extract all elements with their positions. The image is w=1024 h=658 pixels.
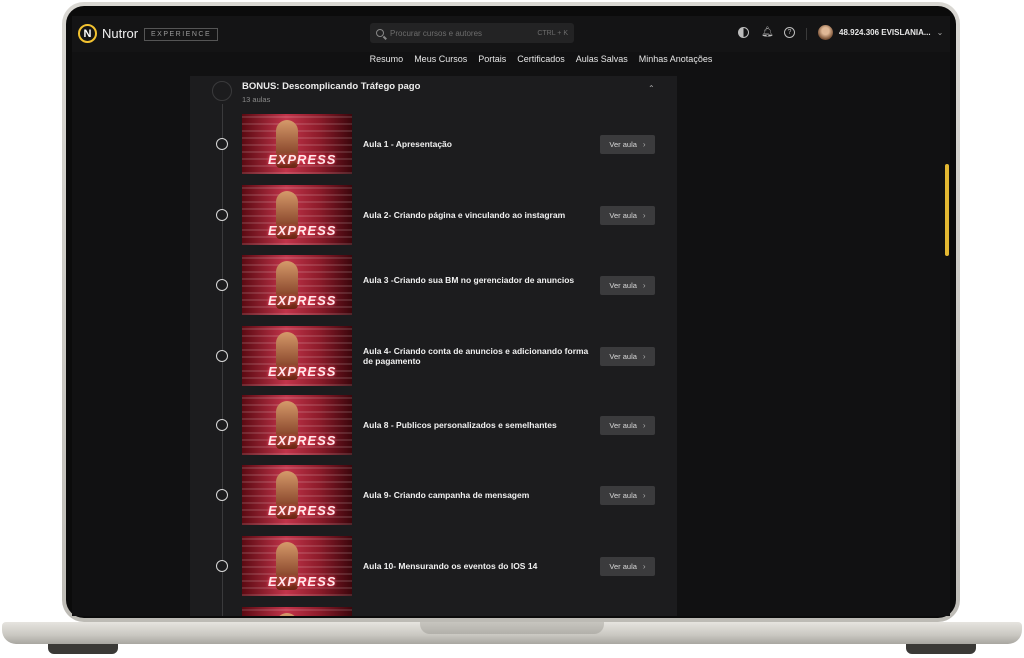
search-shortcut: CTRL + K — [537, 29, 568, 37]
chevron-right-icon: › — [642, 352, 646, 361]
module-panel: BONUS: Descomplicando Tráfego pago 13 au… — [190, 76, 677, 616]
ver-aula-label: Ver aula — [609, 421, 637, 430]
lesson-status-dot[interactable] — [216, 489, 228, 501]
lesson-status-dot[interactable] — [216, 350, 228, 362]
search-icon — [376, 29, 384, 37]
module-lesson-count: 13 aulas — [242, 95, 271, 104]
lesson-thumbnail[interactable]: EXPRESS — [242, 536, 352, 596]
chevron-right-icon: › — [642, 421, 646, 430]
thumbnail-word: EXPRESS — [268, 574, 337, 589]
lesson-title[interactable]: Aula 3 -Criando sua BM no gerenciador de… — [363, 275, 593, 285]
ver-aula-label: Ver aula — [609, 211, 637, 220]
lesson-thumbnail[interactable]: EXPRESS — [242, 326, 352, 386]
help-icon[interactable]: ? — [784, 27, 795, 38]
lesson-row[interactable]: EXPRESS Aula 3 -Criando sua BM no gerenc… — [190, 255, 677, 317]
ver-aula-label: Ver aula — [609, 491, 637, 500]
lesson-title[interactable]: Aula 2- Criando página e vinculando ao i… — [363, 210, 593, 220]
logo[interactable]: N Nutror — [78, 24, 138, 43]
ver-aula-button[interactable]: Ver aula › — [600, 557, 655, 576]
experience-badge: EXPERIENCE — [144, 28, 219, 41]
thumbnail-word: EXPRESS — [268, 152, 337, 167]
ver-aula-button[interactable]: Ver aula › — [600, 347, 655, 366]
lesson-thumbnail[interactable]: EXPRESS — [242, 114, 352, 174]
ver-aula-button[interactable]: Ver aula › — [600, 276, 655, 295]
nav-portais[interactable]: Portais — [478, 54, 506, 70]
contrast-icon[interactable] — [738, 27, 749, 38]
avatar — [818, 25, 833, 40]
lesson-row[interactable]: EXPRESS Aula 1 - Apresentação Ver aula › — [190, 114, 677, 176]
chevron-right-icon: › — [642, 562, 646, 571]
logo-mark-icon: N — [78, 24, 97, 43]
thumbnail-word: EXPRESS — [268, 364, 337, 379]
nav-aulas-salvas[interactable]: Aulas Salvas — [576, 54, 628, 70]
user-name: 48.924.306 EVISLANIA... — [839, 28, 931, 37]
chevron-right-icon: › — [642, 140, 646, 149]
lesson-status-dot[interactable] — [216, 419, 228, 431]
search-bar[interactable]: Procurar cursos e autores CTRL + K — [370, 23, 574, 43]
thumbnail-word: EXPRESS — [268, 293, 337, 308]
logo-text: Nutror — [102, 26, 139, 41]
nav-resumo[interactable]: Resumo — [370, 54, 404, 70]
ver-aula-button[interactable]: Ver aula › — [600, 486, 655, 505]
lesson-status-dot[interactable] — [216, 279, 228, 291]
lesson-title[interactable]: Aula 4- Criando conta de anuncios e adic… — [363, 346, 593, 366]
chevron-right-icon: › — [642, 211, 646, 220]
chevron-right-icon: › — [642, 281, 646, 290]
ver-aula-label: Ver aula — [609, 352, 637, 361]
lesson-row[interactable]: EXPRESS Aula 9- Criando campanha de mens… — [190, 465, 677, 527]
lesson-row[interactable]: EXPRESS Aula 4- Criando conta de anuncio… — [190, 326, 677, 388]
lesson-thumbnail[interactable]: EXPRESS — [242, 395, 352, 455]
lesson-thumbnail[interactable]: EXPRESS — [242, 465, 352, 525]
ver-aula-button[interactable]: Ver aula › — [600, 416, 655, 435]
ver-aula-label: Ver aula — [609, 281, 637, 290]
lesson-status-dot[interactable] — [216, 560, 228, 572]
laptop-foot-right — [906, 644, 976, 654]
lesson-row[interactable] — [190, 607, 677, 616]
thumbnail-word: EXPRESS — [268, 433, 337, 448]
lesson-status-dot[interactable] — [216, 138, 228, 150]
search-placeholder: Procurar cursos e autores — [390, 28, 483, 38]
chevron-up-icon[interactable]: ⌃ — [648, 84, 655, 93]
lesson-title[interactable]: Aula 8 - Publicos personalizados e semel… — [363, 420, 593, 430]
app-screen: N Nutror EXPERIENCE Procurar cursos e au… — [72, 16, 950, 616]
divider — [806, 28, 807, 40]
nav-meus-cursos[interactable]: Meus Cursos — [414, 54, 467, 70]
module-status-circle — [212, 81, 232, 101]
chevron-down-icon: ⌄ — [936, 28, 944, 37]
ver-aula-button[interactable]: Ver aula › — [600, 206, 655, 225]
lesson-thumbnail[interactable] — [242, 607, 352, 616]
thumbnail-word: EXPRESS — [268, 503, 337, 518]
chevron-right-icon: › — [642, 491, 646, 500]
user-menu[interactable]: 48.924.306 EVISLANIA... ⌄ — [818, 25, 943, 40]
nav-certificados[interactable]: Certificados — [517, 54, 565, 70]
laptop-foot-left — [48, 644, 118, 654]
ver-aula-button[interactable]: Ver aula › — [600, 135, 655, 154]
ver-aula-label: Ver aula — [609, 140, 637, 149]
scrollbar-thumb[interactable] — [945, 164, 949, 256]
lesson-status-dot[interactable] — [216, 209, 228, 221]
lesson-thumbnail[interactable]: EXPRESS — [242, 185, 352, 245]
main-nav: Resumo Meus Cursos Portais Certificados … — [72, 54, 950, 70]
top-bar: N Nutror EXPERIENCE Procurar cursos e au… — [72, 16, 950, 52]
lesson-row[interactable]: EXPRESS Aula 10- Mensurando os eventos d… — [190, 536, 677, 598]
lesson-row[interactable]: EXPRESS Aula 8 - Publicos personalizados… — [190, 395, 677, 457]
lesson-title[interactable]: Aula 1 - Apresentação — [363, 139, 593, 149]
thumbnail-word: EXPRESS — [268, 223, 337, 238]
lesson-thumbnail[interactable]: EXPRESS — [242, 255, 352, 315]
laptop-notch — [420, 622, 604, 634]
module-title[interactable]: BONUS: Descomplicando Tráfego pago — [242, 81, 420, 92]
lesson-row[interactable]: EXPRESS Aula 2- Criando página e vincula… — [190, 185, 677, 247]
lesson-title[interactable]: Aula 9- Criando campanha de mensagem — [363, 490, 593, 500]
nav-minhas-anotacoes[interactable]: Minhas Anotações — [639, 54, 713, 70]
lesson-title[interactable]: Aula 10- Mensurando os eventos do IOS 14 — [363, 561, 593, 571]
bell-icon[interactable]: 🔔︎ — [761, 27, 774, 38]
top-icons: 🔔︎ ? — [738, 27, 795, 38]
ver-aula-label: Ver aula — [609, 562, 637, 571]
